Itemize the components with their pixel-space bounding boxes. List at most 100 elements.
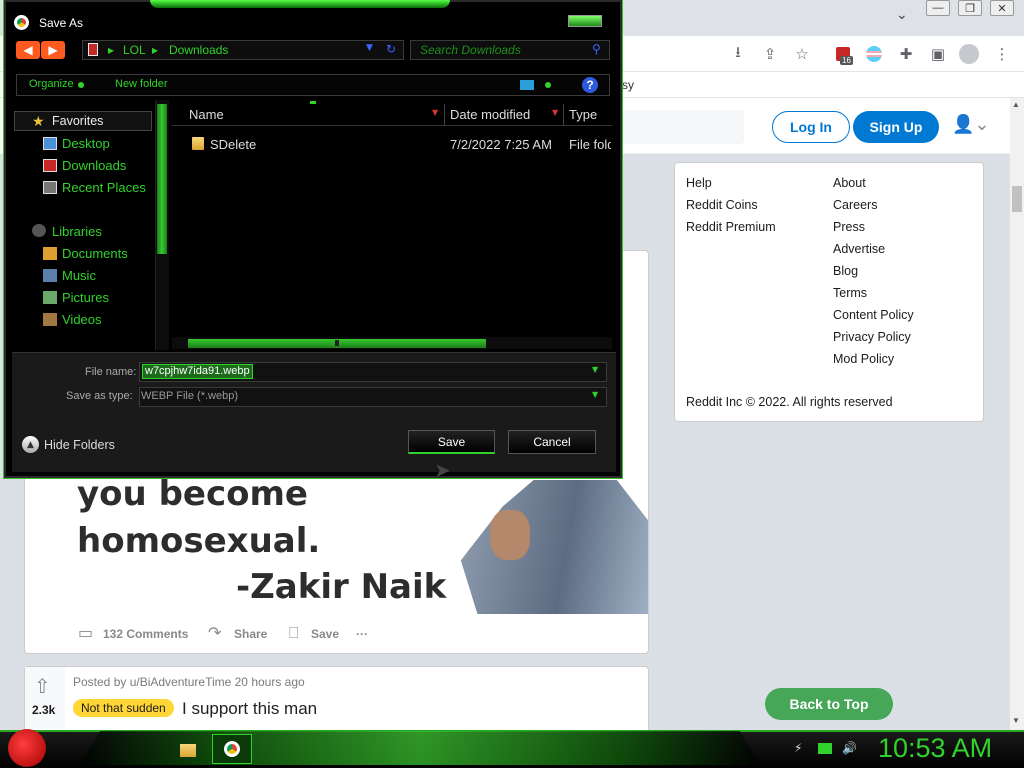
share-icon[interactable]: ⇪ [760, 44, 780, 64]
nav-item-music[interactable]: Music [62, 268, 96, 283]
post-author-line[interactable]: Posted by u/BiAdventureTime 20 hours ago [73, 675, 305, 689]
view-dropdown-icon[interactable] [545, 82, 551, 88]
scroll-up-arrow-icon[interactable]: ▲ [1012, 100, 1020, 109]
collapse-up-icon[interactable]: ▲ [22, 436, 39, 453]
save-post-button[interactable]: Save [311, 627, 339, 641]
view-options-icon[interactable] [520, 80, 534, 90]
footer-link-privacy-policy[interactable]: Privacy Policy [833, 330, 911, 344]
footer-link-content-policy[interactable]: Content Policy [833, 308, 914, 322]
nav-item-downloads[interactable]: Downloads [62, 158, 126, 173]
download-icon[interactable]: ⭳ [728, 43, 748, 64]
breadcrumb-downloads[interactable]: Downloads [169, 43, 228, 57]
address-dropdown-icon[interactable]: ▼ [366, 43, 373, 53]
breadcrumb-separator: ▸ [108, 43, 115, 57]
nav-pane-scroll-thumb[interactable] [157, 104, 167, 254]
organize-button[interactable]: Organize [29, 78, 74, 90]
footer-link-about[interactable]: About [833, 176, 866, 190]
refresh-icon[interactable]: ↻ [386, 42, 396, 56]
file-name-label: File name: [85, 366, 137, 378]
file-name-value[interactable]: w7cpjhw7ida91.webp [142, 364, 253, 379]
minimize-button[interactable]: — [926, 0, 950, 16]
taskbar-clock[interactable]: 10:53 AM [878, 733, 992, 764]
post-image-hands [490, 510, 530, 560]
column-separator[interactable] [444, 104, 445, 126]
column-separator[interactable] [563, 104, 564, 126]
taskbar-explorer-icon[interactable] [170, 736, 206, 764]
save-type-dropdown-icon[interactable]: ▼ [592, 390, 598, 399]
column-name-dropdown-icon[interactable]: ▼ [432, 108, 438, 117]
mouse-cursor-icon: ➤ [434, 458, 451, 482]
footer-link-terms[interactable]: Terms [833, 286, 867, 300]
footer-link-reddit-coins[interactable]: Reddit Coins [686, 198, 758, 212]
column-date-dropdown-icon[interactable]: ▼ [552, 108, 558, 117]
help-icon[interactable]: ? [582, 77, 598, 93]
nav-libraries-label[interactable]: Libraries [52, 224, 102, 239]
search-icon[interactable]: ⚲ [592, 42, 601, 56]
close-button[interactable]: ✕ [990, 0, 1014, 16]
volume-icon[interactable]: 🔊 [842, 741, 857, 755]
login-button[interactable]: Log In [772, 111, 850, 143]
star-icon[interactable]: ☆ [792, 44, 812, 64]
signup-button[interactable]: Sign Up [853, 111, 939, 143]
dialog-close-button[interactable] [568, 15, 602, 27]
start-button-angry-bird-icon[interactable] [8, 729, 46, 767]
share-button[interactable]: Share [234, 627, 267, 641]
hide-folders-button[interactable]: Hide Folders [44, 438, 115, 452]
extension-badge-icon[interactable]: 16 [833, 44, 853, 65]
breadcrumb-lol[interactable]: LOL [123, 43, 146, 57]
forward-arrow-icon[interactable]: ▶ [41, 41, 65, 59]
footer-link-advertise[interactable]: Advertise [833, 242, 885, 256]
copyright-text: Reddit Inc © 2022. All rights reserved [686, 395, 893, 409]
nav-item-videos[interactable]: Videos [62, 312, 102, 327]
file-row-date: 7/2/2022 7:25 AM [450, 137, 552, 152]
restore-button[interactable]: ❐ [958, 0, 982, 16]
bookmark-icon[interactable]: ⎕ [289, 623, 299, 643]
comment-icon[interactable]: ▭ [78, 623, 93, 642]
scroll-down-arrow-icon[interactable]: ▼ [1012, 716, 1020, 725]
footer-link-press[interactable]: Press [833, 220, 865, 234]
footer-link-careers[interactable]: Careers [833, 198, 877, 212]
menu-icon[interactable]: ⋮ [992, 44, 1012, 64]
battery-icon[interactable] [818, 743, 832, 754]
scrollbar-thumb[interactable] [1012, 186, 1022, 212]
avatar-icon[interactable] [959, 44, 979, 64]
profile-flag-icon[interactable] [864, 44, 884, 64]
column-header-type[interactable]: Type [569, 107, 597, 122]
network-icon[interactable]: ⚡ [794, 741, 802, 755]
tab-search-chevron-icon[interactable]: ⌄ [896, 6, 908, 23]
post-title[interactable]: I support this man [182, 699, 317, 719]
save-button[interactable]: Save [408, 430, 495, 454]
nav-item-recent-places[interactable]: Recent Places [62, 180, 146, 195]
footer-link-mod-policy[interactable]: Mod Policy [833, 352, 894, 366]
share-arrow-icon[interactable]: ↷ [208, 623, 221, 642]
cancel-button[interactable]: Cancel [508, 430, 596, 454]
footer-link-reddit-premium[interactable]: Reddit Premium [686, 220, 776, 234]
nav-item-documents[interactable]: Documents [62, 246, 128, 261]
nav-item-desktop[interactable]: Desktop [62, 136, 110, 151]
taskbar-chrome-icon[interactable] [212, 734, 252, 764]
bookmark-item[interactable]: sy [622, 78, 634, 92]
new-folder-button[interactable]: New folder [115, 78, 168, 90]
nav-favorites-label[interactable]: Favorites [52, 114, 103, 128]
nav-item-pictures[interactable]: Pictures [62, 290, 109, 305]
footer-link-blog[interactable]: Blog [833, 264, 858, 278]
reddit-search-bar[interactable] [622, 110, 744, 144]
comments-button[interactable]: 132 Comments [103, 627, 188, 641]
user-menu-icon[interactable]: 👤⌄ [952, 114, 990, 135]
file-row-name[interactable]: SDelete [210, 137, 256, 152]
videos-icon [43, 313, 57, 326]
folder-location-icon [88, 43, 98, 56]
organize-dropdown-icon[interactable] [78, 82, 84, 88]
sidepanel-icon[interactable]: ▣ [928, 44, 948, 64]
column-header-name[interactable]: Name [189, 107, 224, 122]
puzzle-icon[interactable]: ✚ [896, 44, 916, 64]
upvote-arrow-icon[interactable]: ⇧ [34, 674, 51, 698]
back-arrow-icon[interactable]: ◀ [16, 41, 40, 59]
file-name-dropdown-icon[interactable]: ▼ [592, 365, 598, 374]
post-flair[interactable]: Not that sudden [73, 699, 174, 717]
more-options-button[interactable]: ··· [356, 627, 368, 641]
footer-link-help[interactable]: Help [686, 176, 712, 190]
back-to-top-button[interactable]: Back to Top [765, 688, 893, 720]
column-header-date[interactable]: Date modified [450, 107, 530, 122]
breadcrumb-separator: ▸ [152, 43, 159, 57]
